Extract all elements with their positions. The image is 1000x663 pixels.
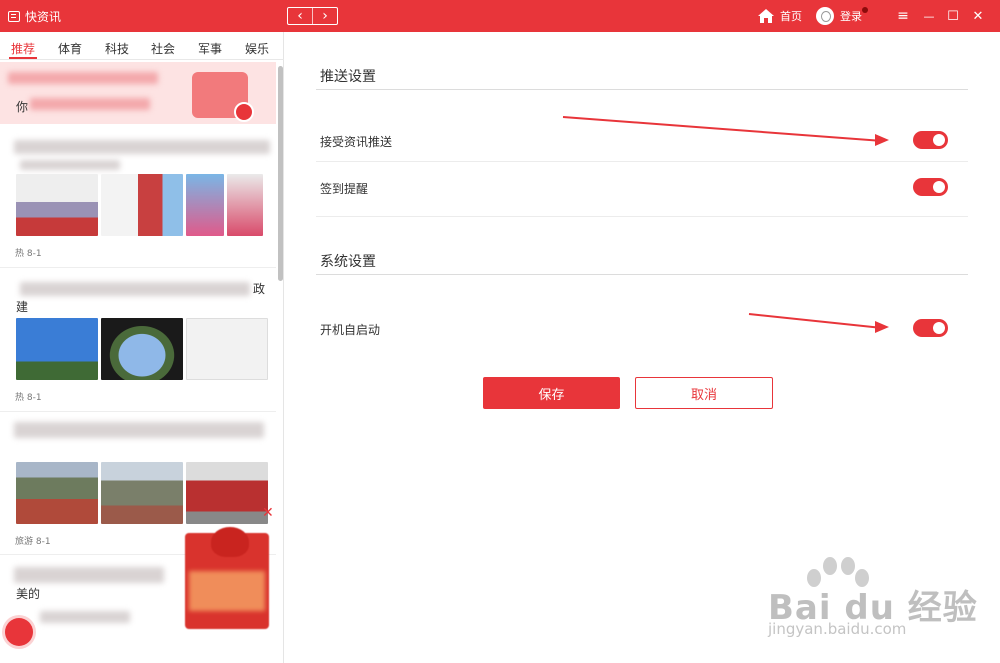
forward-arrow-icon[interactable]: › [313,8,337,24]
category-tabs: 推荐 体育 科技 社会 军事 娱乐 [0,32,284,60]
section-divider [316,89,968,90]
news-item[interactable]: 热 8-1 [0,130,276,268]
news-meta: 热 8-1 [15,393,42,403]
tab-tech[interactable]: 科技 [105,40,129,57]
sign-in-banner[interactable]: 你 [0,62,276,124]
blurred-headline [14,567,164,583]
back-arrow-icon[interactable]: ‹ [288,8,313,24]
home-link[interactable]: 首页 [757,7,802,25]
app-name: 快资讯 [25,9,62,24]
news-thumbnail [16,462,98,524]
news-thumbnails [16,462,268,524]
tab-sports[interactable]: 体育 [58,40,82,57]
news-thumbnail [101,174,183,236]
tab-society[interactable]: 社会 [151,40,175,57]
push-settings-title: 推送设置 [320,69,376,85]
tab-recommend[interactable]: 推荐 [11,40,35,57]
annotation-arrow [748,313,877,329]
avatar-icon [816,7,834,25]
system-settings-title: 系统设置 [320,254,376,270]
annotation-arrow [562,116,877,142]
news-thumbnails [16,318,268,380]
news-thumbnail [101,462,183,524]
close-icon[interactable]: ✕ [969,7,987,25]
blurred-headline [14,140,270,154]
news-item[interactable]: 政 建 热 8-1 [0,268,276,412]
blurred-headline [40,611,130,623]
maximize-icon[interactable]: ☐ [944,7,962,25]
app-logo-icon [8,10,20,22]
app-title: 快资讯 [8,7,61,25]
home-icon [758,9,774,23]
section-divider [316,274,968,275]
blurred-text [30,98,150,110]
news-meta: 旅游 8-1 [15,537,51,547]
blurred-headline [14,422,264,438]
blurred-headline [20,160,120,170]
row-divider [316,161,968,162]
red-packet-ad[interactable] [185,527,269,629]
toggle-knob [933,134,945,146]
headline-fragment: 美的 [16,587,41,601]
row-divider [316,216,968,217]
annotation-arrow-head [875,321,889,333]
news-thumbnail [101,318,183,380]
news-thumbnails [16,174,263,236]
tab-entertainment[interactable]: 娱乐 [245,40,269,57]
banner-text: 你 [16,100,29,114]
floating-action-button[interactable] [5,618,33,646]
save-button[interactable]: 保存 [483,377,620,409]
tab-military[interactable]: 军事 [198,40,222,57]
signin-reminder-label: 签到提醒 [320,182,369,196]
news-meta: 热 8-1 [15,249,42,259]
push-news-toggle[interactable] [913,131,948,149]
sign-in-illustration [192,72,254,122]
login-link[interactable]: 登录 [816,7,862,25]
autostart-label: 开机自启动 [320,323,381,337]
news-thumbnail [16,174,98,236]
active-tab-indicator [9,57,37,59]
blurred-text [8,72,158,84]
notification-dot [862,7,868,13]
title-bar: 快资讯 ‹ › 首页 登录 ≡ — ☐ ✕ [0,0,1000,32]
ad-close-icon[interactable]: ✕ [262,505,274,521]
blurred-headline [20,282,250,296]
toggle-knob [933,322,945,334]
news-thumbnail [227,174,263,236]
cancel-button[interactable]: 取消 [635,377,773,409]
headline-fragment: 政 [253,282,266,296]
watermark-url: jingyan.baidu.com [768,620,907,638]
minimize-icon[interactable]: — [920,7,938,25]
news-thumbnail [186,318,268,380]
history-nav: ‹ › [287,7,338,25]
signin-reminder-toggle[interactable] [913,178,948,196]
news-thumbnail [16,318,98,380]
menu-icon[interactable]: ≡ [894,7,912,25]
news-thumbnail [186,174,224,236]
login-label: 登录 [840,10,862,23]
push-news-label: 接受资讯推送 [320,135,393,149]
headline-fragment: 建 [16,300,29,314]
home-label: 首页 [780,10,802,23]
autostart-toggle[interactable] [913,319,948,337]
toggle-knob [933,181,945,193]
scrollbar-thumb[interactable] [278,66,283,281]
news-thumbnail [186,462,268,524]
news-panel: 推荐 体育 科技 社会 军事 娱乐 你 热 8-1 政 建 热 8-1 旅游 8… [0,32,284,663]
annotation-arrow-head [875,134,889,146]
